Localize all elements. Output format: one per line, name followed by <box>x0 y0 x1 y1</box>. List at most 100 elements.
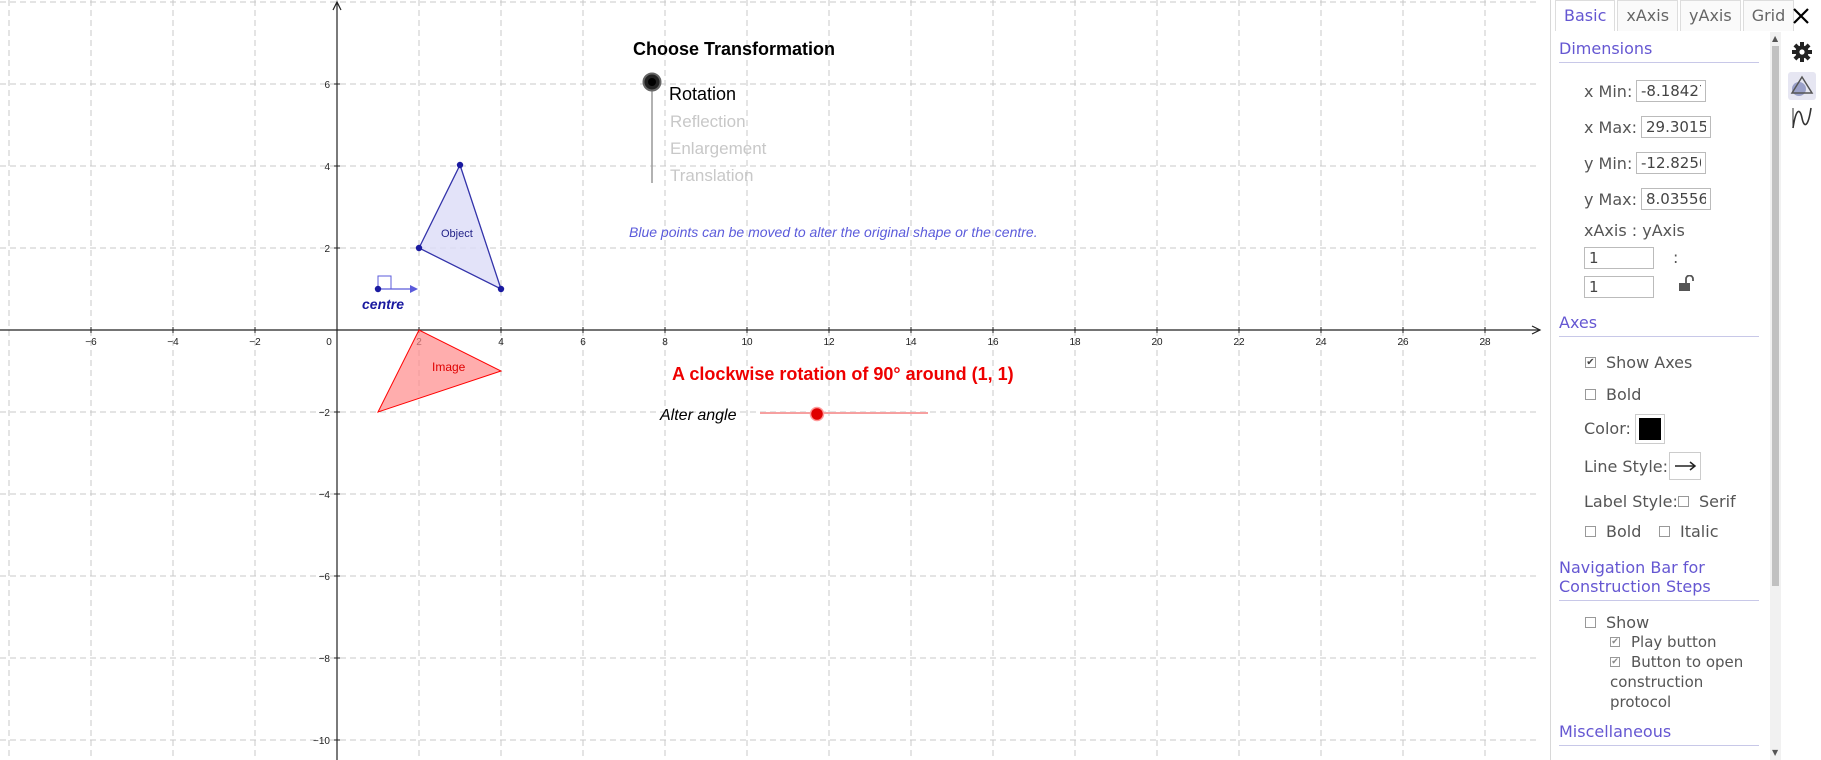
color-label: Color: <box>1584 419 1631 438</box>
scroll-up-arrow[interactable]: ▲ <box>1772 34 1778 43</box>
x-tick-label: 4 <box>498 337 504 348</box>
x-tick-label: 26 <box>1397 337 1409 348</box>
centre-label: centre <box>362 296 404 312</box>
play-button-label: Play button <box>1631 633 1717 651</box>
section-navigation-title-1: Navigation Bar for <box>1559 558 1705 577</box>
divider <box>1559 62 1759 63</box>
serif-checkbox[interactable] <box>1678 496 1689 507</box>
divider <box>1559 745 1759 746</box>
transformation-slider-knob-inner <box>648 78 656 86</box>
section-axes: Axes <box>1559 313 1598 332</box>
option-enlargement[interactable]: Enlargement <box>670 139 767 158</box>
xmax-label: x Max: <box>1584 118 1638 137</box>
protocol-label-3: protocol <box>1610 693 1672 711</box>
protocol-label-2: construction <box>1610 673 1704 691</box>
xmin-field[interactable] <box>1636 80 1706 102</box>
ymax-label: y Max: <box>1584 190 1638 209</box>
x-tick-label: −6 <box>85 337 97 348</box>
arrow-line-style-icon <box>1675 461 1697 471</box>
ratio-x-field[interactable] <box>1584 247 1654 269</box>
protocol-button-checkbox[interactable]: ✔ <box>1610 657 1620 667</box>
x-tick-label: −4 <box>167 337 179 348</box>
xmax-field[interactable] <box>1641 116 1711 138</box>
x-tick-label: 14 <box>905 337 917 348</box>
show-label: Show <box>1606 613 1650 632</box>
option-reflection[interactable]: Reflection <box>670 112 746 131</box>
ratio-y-field[interactable] <box>1584 276 1654 298</box>
divider <box>1559 600 1759 601</box>
object-point-c[interactable] <box>497 285 505 293</box>
x-tick-label: 16 <box>987 337 999 348</box>
y-tick-label: 6 <box>324 80 330 91</box>
axes-color-button[interactable] <box>1635 414 1665 444</box>
x-tick-label: 6 <box>580 337 586 348</box>
alter-angle-knob[interactable] <box>809 406 825 422</box>
tab-grid[interactable]: Grid <box>1742 0 1795 31</box>
ymax-field[interactable] <box>1641 188 1711 210</box>
panel-scrollbar-thumb[interactable] <box>1772 46 1779 586</box>
tab-yaxis[interactable]: yAxis <box>1680 0 1741 31</box>
x-tick-label: 22 <box>1233 337 1245 348</box>
ymin-label: y Min: <box>1584 154 1633 173</box>
protocol-label-1: Button to open <box>1631 653 1744 671</box>
option-rotation[interactable]: Rotation <box>669 84 736 104</box>
ymin-field[interactable] <box>1636 152 1706 174</box>
italic-label: Italic <box>1680 522 1719 541</box>
scroll-down-arrow[interactable]: ▼ <box>1772 748 1778 757</box>
tab-basic[interactable]: Basic <box>1555 0 1616 31</box>
italic-checkbox[interactable] <box>1659 526 1670 537</box>
function-curve-icon[interactable] <box>1790 106 1814 134</box>
y-tick-label: 2 <box>324 244 330 255</box>
graphics-view[interactable]: −6−4−20246810121416182022242628642−2−4−6… <box>0 0 1550 760</box>
ratio-label: xAxis : yAxis <box>1584 221 1685 240</box>
alter-angle-label: Alter angle <box>659 407 737 424</box>
y-tick-label: −4 <box>319 490 331 501</box>
x-tick-label: 10 <box>741 337 753 348</box>
bold-label: Bold <box>1606 385 1642 404</box>
bold-label-checkbox[interactable] <box>1585 526 1596 537</box>
close-icon[interactable] <box>1791 6 1811 30</box>
y-tick-label: −2 <box>319 408 331 419</box>
divider <box>1559 336 1759 337</box>
result-text: A clockwise rotation of 90° around (1, 1… <box>672 364 1014 384</box>
line-style-button[interactable] <box>1669 452 1701 480</box>
show-axes-checkbox[interactable]: ✔ <box>1585 357 1596 368</box>
settings-tabs: Basic xAxis yAxis Grid <box>1555 0 1796 33</box>
object-point-b[interactable] <box>456 161 464 169</box>
y-tick-label: −10 <box>313 736 330 747</box>
bold2-label: Bold <box>1606 522 1642 541</box>
line-style-label: Line Style: <box>1584 457 1669 476</box>
section-miscellaneous: Miscellaneous <box>1559 722 1672 741</box>
transformation-title: Choose Transformation <box>633 39 835 59</box>
x-tick-label: −2 <box>249 337 261 348</box>
x-tick-label: 0 <box>326 337 332 348</box>
x-tick-label: 18 <box>1069 337 1081 348</box>
image-label: Image <box>432 360 466 374</box>
object-label: Object <box>441 228 473 240</box>
serif-label: Serif <box>1699 492 1736 511</box>
centre-point[interactable] <box>374 285 382 293</box>
x-tick-label: 8 <box>662 337 668 348</box>
centre-marker <box>377 275 418 293</box>
tab-xaxis[interactable]: xAxis <box>1617 0 1679 31</box>
section-dimensions: Dimensions <box>1559 39 1653 58</box>
show-navbar-checkbox[interactable] <box>1585 617 1596 628</box>
section-navigation-title-2: Construction Steps <box>1559 577 1711 596</box>
gear-icon[interactable] <box>1791 41 1813 67</box>
object-point-a[interactable] <box>415 244 423 252</box>
x-tick-label: 20 <box>1151 337 1163 348</box>
option-translation[interactable]: Translation <box>670 166 753 185</box>
show-axes-label: Show Axes <box>1606 353 1693 372</box>
xmin-label: x Min: <box>1584 82 1633 101</box>
bold-checkbox[interactable] <box>1585 389 1596 400</box>
play-button-checkbox[interactable]: ✔ <box>1610 637 1620 647</box>
label-style-label: Label Style: <box>1584 492 1678 511</box>
x-tick-label: 24 <box>1315 337 1327 348</box>
x-tick-label: 28 <box>1479 337 1491 348</box>
x-tick-label: 12 <box>823 337 835 348</box>
panel-scrollbar[interactable]: ▲ ▼ <box>1770 32 1781 760</box>
lock-icon[interactable] <box>1677 274 1695 293</box>
ratio-colon: : <box>1673 248 1679 267</box>
object-triangle[interactable] <box>418 163 503 291</box>
graphics-view-icon[interactable] <box>1788 72 1816 100</box>
